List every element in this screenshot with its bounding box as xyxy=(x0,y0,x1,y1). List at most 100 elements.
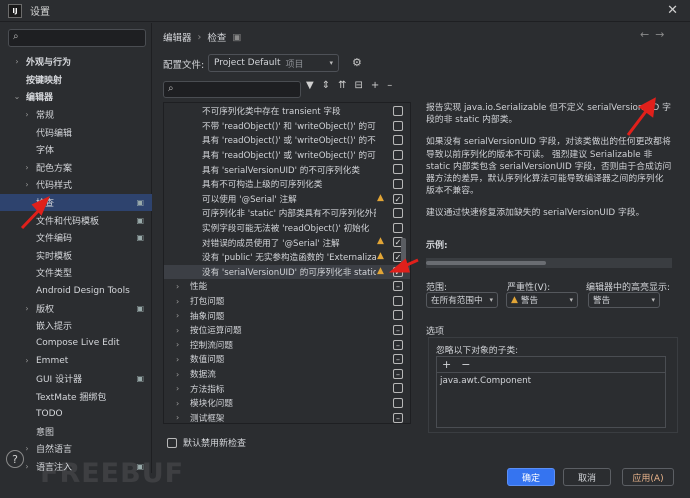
sidebar-item[interactable]: › 版权 ▣ xyxy=(0,299,152,317)
inspection-group-row[interactable]: › 数据流 xyxy=(164,367,410,382)
expand-all-icon[interactable]: ⇕ xyxy=(322,80,330,91)
inspection-row[interactable]: 没有 'public' 无实参构造函数的 'Externalizab ▲ ✓ xyxy=(164,250,410,265)
sidebar-item[interactable]: GUI 设计器 ▣ xyxy=(0,370,152,388)
remove-icon[interactable]: − xyxy=(461,358,470,371)
close-window-button[interactable]: ✕ xyxy=(667,3,678,18)
add-icon[interactable]: + xyxy=(442,358,451,371)
inspection-row[interactable]: 不带 'readObject()' 和 'writeObject()' 的可序 xyxy=(164,119,410,134)
sidebar-item[interactable]: 文件编码 ▣ xyxy=(0,229,152,247)
inspection-checkbox[interactable] xyxy=(393,398,403,408)
inspection-checkbox[interactable] xyxy=(393,149,403,160)
remove-icon[interactable]: – xyxy=(387,80,392,91)
inspection-checkbox[interactable] xyxy=(393,339,403,350)
help-button[interactable]: ? xyxy=(6,450,24,468)
sidebar-item[interactable]: 意图 xyxy=(0,422,152,440)
chevron-right-icon[interactable]: › xyxy=(176,399,179,408)
inspection-checkbox[interactable] xyxy=(393,354,403,365)
collapse-all-icon[interactable]: ⇈ xyxy=(338,80,346,91)
inspection-group-row[interactable]: › 打包问题 xyxy=(164,294,410,309)
example-scrollbar[interactable] xyxy=(426,258,672,268)
inspection-checkbox[interactable] xyxy=(393,164,403,175)
inspection-checkbox[interactable] xyxy=(393,135,403,146)
inspection-group-row[interactable]: › 测试框架 xyxy=(164,411,410,423)
chevron-right-icon[interactable]: › xyxy=(176,282,179,291)
apply-button[interactable]: 应用(A) xyxy=(622,468,674,486)
inspection-checkbox[interactable] xyxy=(393,222,403,233)
sidebar-item[interactable]: › Emmet xyxy=(0,352,152,370)
inspection-checkbox[interactable] xyxy=(393,325,403,335)
filter-icon[interactable]: ▼ xyxy=(306,80,314,91)
cancel-button[interactable]: 取消 xyxy=(563,468,611,486)
inspection-row[interactable]: 具有 'readObject()' 或 'writeObject()' 的不可 xyxy=(164,133,410,148)
sidebar-item[interactable]: › 代码样式 xyxy=(0,176,152,194)
chevron-right-icon[interactable]: › xyxy=(176,297,179,306)
inspection-group-row[interactable]: › 按位运算问题 xyxy=(164,323,410,338)
inspection-group-row[interactable]: › 性能 xyxy=(164,279,410,294)
sidebar-item[interactable]: TODO xyxy=(0,405,152,423)
sidebar-item[interactable]: Android Design Tools xyxy=(0,282,152,300)
inspection-checkbox[interactable] xyxy=(393,310,403,321)
inspection-group-row[interactable]: › 模块化问题 xyxy=(164,396,410,411)
inspection-checkbox[interactable] xyxy=(393,179,403,189)
inspection-checkbox[interactable] xyxy=(393,106,403,116)
sidebar-item[interactable]: › 配色方案 xyxy=(0,159,152,177)
inspection-row[interactable]: 具有不可构造上级的可序列化类 xyxy=(164,177,410,192)
sidebar-item[interactable]: › 外观与行为 xyxy=(0,53,152,71)
chevron-right-icon[interactable]: › xyxy=(176,370,179,379)
sidebar-item[interactable]: 嵌入提示 xyxy=(0,317,152,335)
sidebar-item[interactable]: 文件类型 xyxy=(0,264,152,282)
profile-select[interactable]: Project Default 项目 ▾ xyxy=(208,54,339,72)
ok-button[interactable]: 确定 xyxy=(507,468,555,486)
inspection-group-row[interactable]: › 抽象问题 xyxy=(164,308,410,323)
inspection-checkbox[interactable] xyxy=(393,368,403,379)
inspection-checkbox[interactable] xyxy=(393,383,403,394)
inspection-row[interactable]: 具有 'serialVersionUID' 的不可序列化类 xyxy=(164,162,410,177)
reset-icon[interactable]: ⊟ xyxy=(354,80,362,91)
sidebar-item[interactable]: › 常规 xyxy=(0,106,152,124)
inspection-row[interactable]: 可以使用 '@Serial' 注解 ▲ ✓ xyxy=(164,192,410,207)
inspection-row[interactable]: 具有 'readObject()' 或 'writeObject()' 的可外 xyxy=(164,148,410,163)
sidebar-item[interactable]: Compose Live Edit xyxy=(0,335,152,353)
list-item[interactable]: java.awt.Component xyxy=(440,376,531,386)
inspection-checkbox[interactable] xyxy=(393,295,403,306)
chevron-right-icon[interactable]: › xyxy=(176,384,179,393)
inspection-checkbox[interactable] xyxy=(393,120,403,131)
disable-new-inspections-checkbox[interactable]: 默认禁用新检查 xyxy=(167,436,246,449)
sidebar-item[interactable]: ⌄ 编辑器 xyxy=(0,88,152,106)
inspection-checkbox[interactable] xyxy=(393,281,403,292)
inspection-row[interactable]: 不可序列化类中存在 transient 字段 xyxy=(164,104,410,119)
chevron-right-icon[interactable]: › xyxy=(176,413,179,422)
sidebar-item[interactable]: 字体 xyxy=(0,141,152,159)
scope-select[interactable]: 在所有范围中 ▾ xyxy=(426,292,498,308)
sidebar-item[interactable]: 实时模板 xyxy=(0,247,152,265)
inspection-row[interactable]: 可序列化非 'static' 内部类具有不可序列化外部 xyxy=(164,206,410,221)
back-arrow-icon[interactable]: ← xyxy=(640,28,655,41)
add-icon[interactable]: + xyxy=(371,80,379,91)
chevron-right-icon[interactable]: › xyxy=(176,340,179,349)
inspection-row[interactable]: 实例字段可能无法被 'readObject()' 初始化 xyxy=(164,221,410,236)
sidebar-item[interactable]: 按键映射 xyxy=(0,71,152,89)
breadcrumb-editor[interactable]: 编辑器 xyxy=(163,30,192,44)
sidebar-item[interactable]: 文件和代码模板 ▣ xyxy=(0,211,152,229)
sidebar-item[interactable]: TextMate 捆绑包 xyxy=(0,387,152,405)
settings-search-input[interactable]: ⌕ xyxy=(8,29,146,47)
inspection-group-row[interactable]: › 数值问题 xyxy=(164,352,410,367)
inspection-group-row[interactable]: › 控制流问题 xyxy=(164,338,410,353)
inspection-checkbox[interactable]: ✓ xyxy=(393,193,403,204)
forward-arrow-icon[interactable]: → xyxy=(655,28,670,41)
inspection-row[interactable]: 对错误的成员使用了 '@Serial' 注解 ▲ ✓ xyxy=(164,235,410,250)
highlight-select[interactable]: 警告 ▾ xyxy=(588,292,660,308)
sidebar-item[interactable]: 检查 ▣ xyxy=(0,193,152,212)
inspection-checkbox[interactable] xyxy=(393,412,403,423)
chevron-right-icon[interactable]: › xyxy=(176,311,179,320)
chevron-right-icon[interactable]: › xyxy=(176,326,179,335)
sidebar-item[interactable]: 代码编辑 xyxy=(0,123,152,141)
inspection-row[interactable]: 没有 'serialVersionUID' 的可序列化非 static ▲ ✓ xyxy=(164,264,410,280)
inspection-search-input[interactable]: ⌕ xyxy=(163,81,301,98)
tree-scrollbar[interactable] xyxy=(401,238,406,272)
severity-select[interactable]: ▲ 警告 ▾ xyxy=(506,292,578,308)
gear-icon[interactable]: ⚙ xyxy=(352,56,362,69)
inspection-checkbox[interactable] xyxy=(393,208,403,219)
chevron-right-icon[interactable]: › xyxy=(176,355,179,364)
inspection-group-row[interactable]: › 方法指标 xyxy=(164,381,410,396)
